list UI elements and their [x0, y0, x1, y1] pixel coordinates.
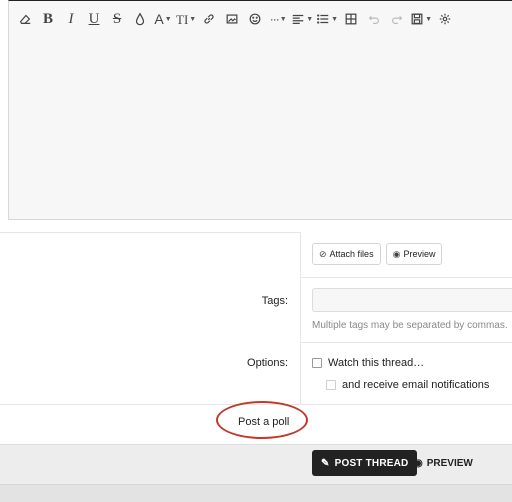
chevron-down-icon: ▼ — [164, 15, 172, 23]
drop-icon[interactable] — [130, 8, 150, 30]
watch-thread-label: Watch this thread… — [328, 357, 425, 369]
chevron-down-icon: ▼ — [189, 15, 197, 23]
attach-files-button[interactable]: ⊘ Attach files — [312, 243, 381, 265]
more-icon: ··· — [269, 12, 280, 26]
divider — [300, 342, 512, 343]
watch-thread-checkbox-row[interactable]: Watch this thread… — [312, 357, 424, 369]
rich-text-editor: B I U S A ▼ TI ▼ ··· ▼ ▼ ▼ ▼ — [8, 0, 512, 220]
post-thread-label: POST THREAD — [334, 457, 409, 469]
underline-button[interactable]: U — [84, 8, 104, 30]
email-notifications-checkbox[interactable] — [326, 380, 336, 390]
tags-input[interactable] — [312, 288, 512, 312]
highlight-annotation — [216, 401, 308, 439]
list-icon — [317, 14, 329, 24]
watch-thread-checkbox[interactable] — [312, 358, 322, 368]
chevron-down-icon: ▼ — [425, 15, 433, 23]
pencil-icon: ✎ — [321, 457, 330, 469]
font-size-button[interactable]: TI ▼ — [176, 8, 196, 30]
footer-preview-button[interactable]: ◉ PREVIEW — [414, 450, 473, 476]
table-icon[interactable] — [341, 8, 361, 30]
strikethrough-button[interactable]: S — [107, 8, 127, 30]
align-icon — [292, 14, 304, 24]
eye-icon: ◉ — [392, 248, 401, 259]
tags-label: Tags: — [261, 295, 288, 307]
settings-icon[interactable] — [435, 8, 455, 30]
more-button[interactable]: ··· ▼ — [268, 8, 288, 30]
redo-icon[interactable] — [387, 8, 407, 30]
save-draft-icon — [411, 13, 423, 25]
post-thread-button[interactable]: ✎ POST THREAD — [312, 450, 418, 476]
align-button[interactable]: ▼ — [291, 8, 313, 30]
email-notifications-checkbox-row[interactable]: and receive email notifications — [326, 379, 489, 391]
list-button[interactable]: ▼ — [316, 8, 338, 30]
preview-button[interactable]: ◉ Preview — [385, 243, 443, 265]
italic-button[interactable]: I — [61, 8, 81, 30]
page-bottom-strip — [0, 484, 512, 502]
footer-preview-label: PREVIEW — [426, 457, 473, 469]
options-label: Options: — [247, 357, 288, 369]
image-icon[interactable] — [222, 8, 242, 30]
chevron-down-icon: ▼ — [279, 15, 287, 23]
chevron-down-icon: ▼ — [331, 15, 339, 23]
email-notifications-label: and receive email notifications — [342, 379, 490, 391]
tags-hint: Multiple tags may be separated by commas… — [312, 320, 508, 331]
bold-button[interactable]: B — [38, 8, 58, 30]
undo-icon[interactable] — [364, 8, 384, 30]
eraser-icon[interactable] — [15, 8, 35, 30]
link-icon[interactable] — [199, 8, 219, 30]
text-color-icon: A — [154, 11, 164, 27]
save-draft-button[interactable]: ▼ — [410, 8, 432, 30]
attachment-controls: ⊘ Attach files ◉ Preview — [312, 243, 443, 265]
smiley-icon[interactable] — [245, 8, 265, 30]
editor-content-area[interactable] — [9, 37, 512, 219]
chevron-down-icon: ▼ — [306, 15, 314, 23]
text-color-button[interactable]: A ▼ — [153, 8, 173, 30]
preview-label: Preview — [403, 249, 436, 259]
divider — [300, 277, 512, 278]
editor-toolbar: B I U S A ▼ TI ▼ ··· ▼ ▼ ▼ ▼ — [9, 1, 512, 37]
attach-files-label: Attach files — [329, 249, 374, 259]
paperclip-icon: ⊘ — [319, 248, 327, 259]
font-size-icon: TI — [176, 11, 189, 27]
eye-icon: ◉ — [414, 457, 423, 469]
